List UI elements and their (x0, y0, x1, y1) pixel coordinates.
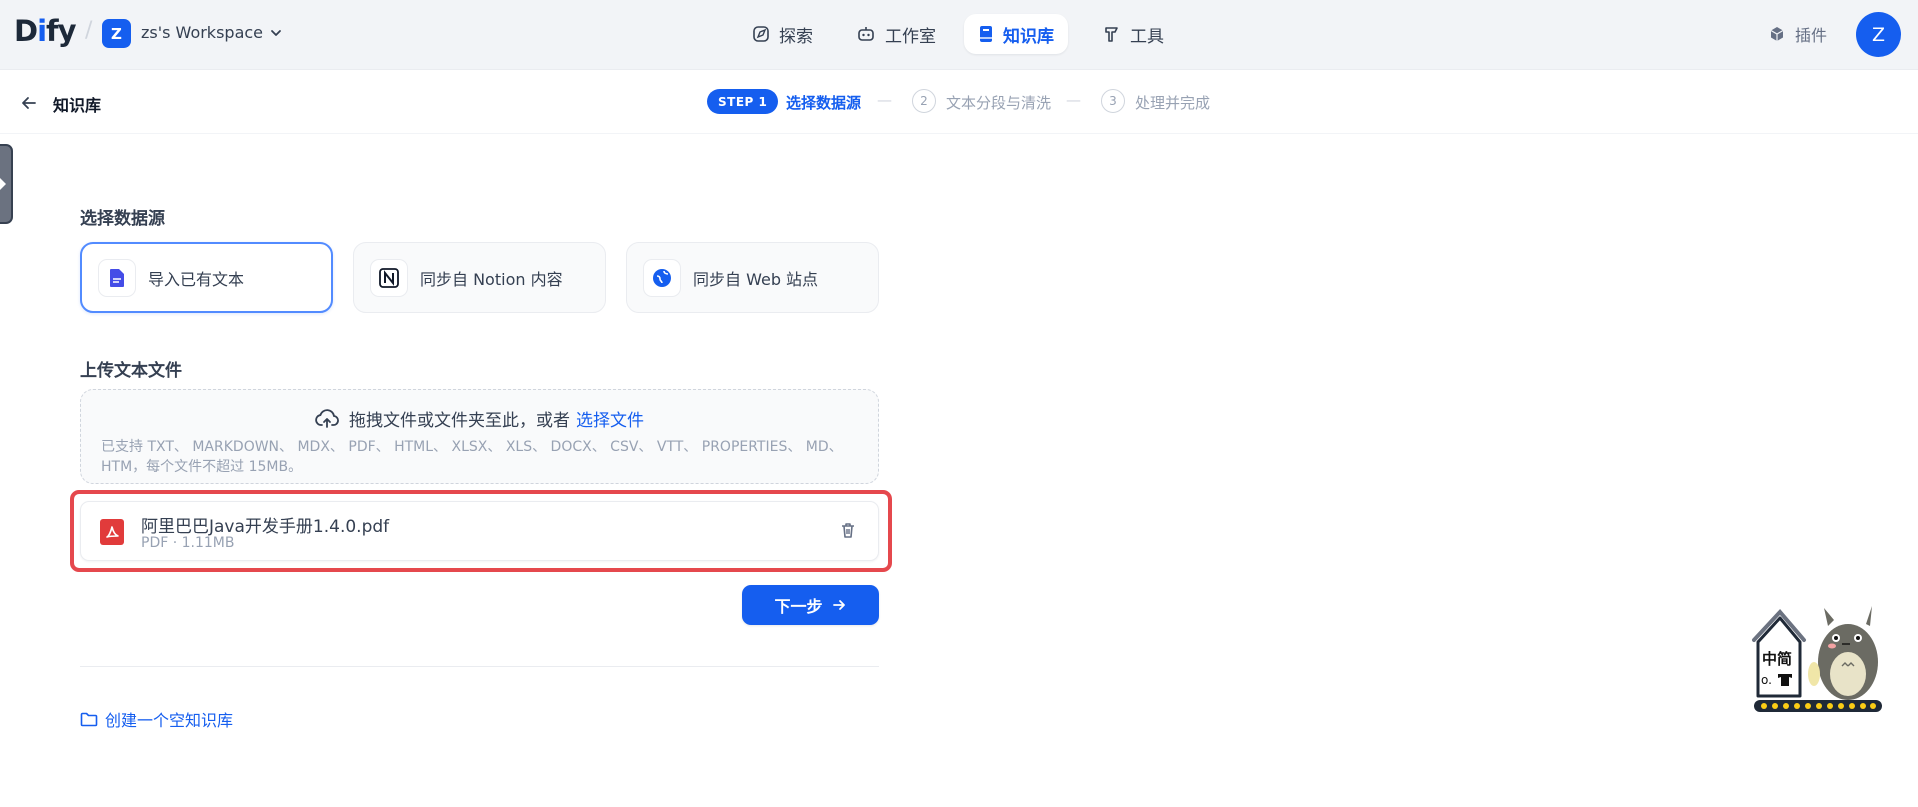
create-empty-label: 创建一个空知识库 (105, 711, 234, 730)
logo-letters-fy: fy (46, 14, 77, 48)
nav-studio[interactable]: 工作室 (842, 14, 950, 54)
divider (80, 666, 879, 667)
datasource-title: 选择数据源 (80, 209, 165, 229)
step-1-label: 选择数据源 (786, 94, 862, 112)
file-text-icon (98, 258, 136, 297)
step-separator: — (1066, 91, 1081, 109)
nav-tools[interactable]: 工具 (1089, 14, 1178, 54)
nav-tools-label: 工具 (1130, 26, 1164, 47)
source-import-text[interactable]: 导入已有文本 (80, 242, 333, 313)
user-avatar[interactable]: Z (1856, 12, 1901, 57)
step-3-number: 3 (1101, 89, 1125, 113)
top-navigation-bar: Dify / Z zs's Workspace 探索 工作室 知识库 工具 插件… (0, 0, 1918, 70)
nav-explore-label: 探索 (779, 26, 813, 47)
back-arrow-icon[interactable] (20, 94, 38, 112)
step-1-badge: STEP 1 (707, 89, 779, 114)
next-step-label: 下一步 (774, 597, 823, 616)
dropzone-text: 拖拽文件或文件夹至此，或者 (349, 411, 570, 431)
nav-studio-label: 工作室 (885, 26, 936, 47)
chevron-down-icon[interactable] (269, 26, 283, 40)
step-header: 知识库 STEP 1 选择数据源 — 2 文本分段与清洗 — 3 处理并完成 (0, 70, 1918, 134)
logo-letter-i: i (37, 14, 47, 48)
step-2-label: 文本分段与清洗 (946, 94, 1052, 112)
workspace-name[interactable]: zs's Workspace (141, 23, 263, 42)
nav-knowledge-label: 知识库 (1003, 26, 1054, 47)
nav-knowledge[interactable]: 知识库 (964, 14, 1068, 54)
source-notion[interactable]: 同步自 Notion 内容 (353, 242, 606, 313)
nav-explore[interactable]: 探索 (738, 14, 827, 54)
file-dropzone[interactable]: 拖拽文件或文件夹至此，或者 选择文件 已支持 TXT、 MARKDOWN、 MD… (80, 389, 879, 484)
robot-icon (858, 27, 874, 41)
source-web[interactable]: 同步自 Web 站点 (626, 242, 879, 313)
file-name: 阿里巴巴Java开发手册1.4.0.pdf (141, 517, 390, 537)
notion-icon (370, 258, 408, 297)
upload-cloud-icon (315, 408, 339, 428)
mascot-illustration[interactable]: 中简 o. (1748, 596, 1888, 718)
create-empty-knowledge-link[interactable]: 创建一个空知识库 (80, 707, 233, 731)
source-notion-label: 同步自 Notion 内容 (420, 269, 563, 289)
compass-icon (753, 26, 769, 42)
logo-letter-d: D (14, 14, 38, 48)
plugin-label: 插件 (1795, 26, 1828, 45)
folder-icon (80, 712, 98, 727)
separator-slash: / (85, 18, 93, 43)
mascot-sign-text: 中简 (1762, 650, 1792, 668)
step-2-number: 2 (912, 89, 936, 113)
source-web-label: 同步自 Web 站点 (693, 269, 819, 289)
pdf-file-icon (100, 519, 124, 545)
workspace-avatar[interactable]: Z (102, 19, 131, 48)
step-3-label: 处理并完成 (1135, 94, 1211, 112)
upload-title: 上传文本文件 (80, 361, 182, 381)
next-step-button[interactable]: 下一步 (742, 585, 879, 625)
file-meta: PDF · 1.11MB (141, 535, 235, 551)
uploaded-file-item[interactable]: 阿里巴巴Java开发手册1.4.0.pdf PDF · 1.11MB (80, 501, 879, 561)
globe-icon (643, 258, 681, 297)
hammer-icon (1105, 27, 1118, 42)
dropzone-prompt: 拖拽文件或文件夹至此，或者 选择文件 (81, 406, 878, 431)
dify-logo[interactable]: Dify (14, 14, 77, 48)
book-icon (980, 26, 992, 42)
trash-icon[interactable] (838, 520, 858, 540)
plugin-button[interactable]: 插件 (1768, 22, 1827, 46)
supported-formats: 已支持 TXT、 MARKDOWN、 MDX、 PDF、 HTML、 XLSX、… (101, 439, 843, 475)
sidebar-expand-handle[interactable] (0, 144, 13, 224)
step-separator: — (877, 91, 892, 109)
cube-icon (1770, 27, 1784, 41)
select-file-link[interactable]: 选择文件 (576, 406, 644, 431)
page-title[interactable]: 知识库 (53, 92, 101, 116)
mascot-sign-dots: o. (1761, 673, 1772, 687)
arrow-right-icon (832, 600, 845, 610)
source-import-text-label: 导入已有文本 (148, 269, 245, 289)
